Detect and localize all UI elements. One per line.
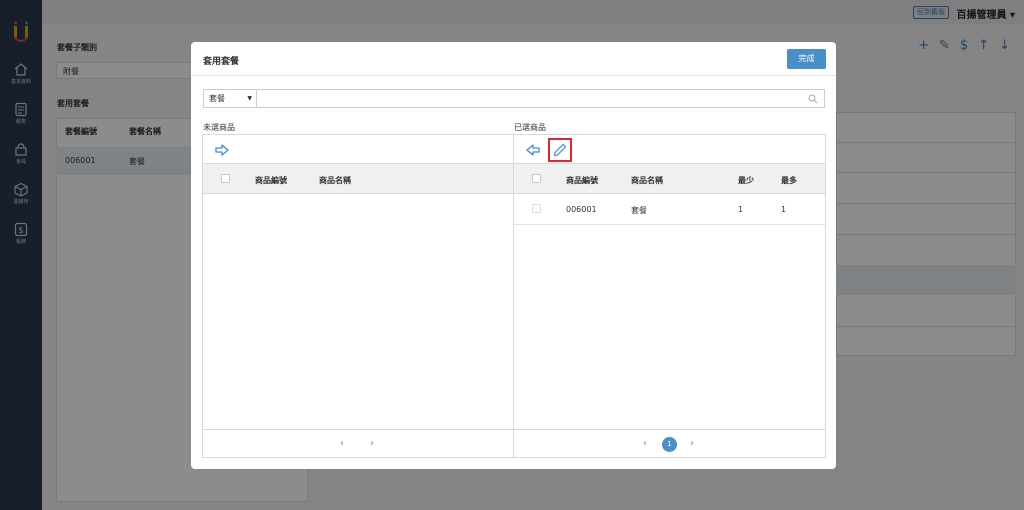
apply-set-modal: 套用套餐 完成 套餐 ▼ 未選商品 已選商品 商品編號 商品名稱 ‹ › 商品編…	[191, 42, 836, 469]
select-all-checkbox[interactable]	[221, 174, 230, 183]
column-header: 商品名稱	[319, 176, 351, 185]
edit-pencil-icon[interactable]	[548, 138, 572, 162]
column-header: 商品編號	[255, 176, 287, 185]
move-left-icon[interactable]	[525, 142, 541, 158]
done-button[interactable]: 完成	[787, 49, 826, 69]
column-header: 最少	[738, 176, 754, 185]
move-right-icon[interactable]	[214, 142, 230, 158]
product-code-cell: 006001	[566, 205, 597, 214]
select-all-checkbox[interactable]	[532, 174, 541, 183]
prev-page-icon[interactable]: ‹	[643, 438, 647, 449]
unselected-table-header: 商品編號 商品名稱	[203, 164, 513, 194]
search-icon	[808, 94, 818, 104]
unselected-panel: 商品編號 商品名稱 ‹ ›	[202, 134, 514, 458]
column-header: 商品編號	[566, 176, 598, 185]
selected-label: 已選商品	[514, 123, 546, 132]
selected-pagination: ‹ 1 ›	[514, 429, 825, 457]
prev-page-icon[interactable]: ‹	[340, 438, 344, 449]
selected-panel: 商品編號 商品名稱 最少 最多 006001 套餐 1 1 ‹ 1 ›	[513, 134, 826, 458]
selected-table-header: 商品編號 商品名稱 最少 最多	[514, 164, 825, 194]
product-name-cell: 套餐	[631, 206, 647, 215]
next-page-icon[interactable]: ›	[690, 438, 694, 449]
unselected-pagination: ‹ ›	[203, 429, 513, 457]
category-select-value: 套餐	[209, 94, 225, 103]
unselected-label: 未選商品	[203, 123, 235, 132]
column-header: 商品名稱	[631, 176, 663, 185]
search-input[interactable]	[257, 89, 825, 108]
modal-title: 套用套餐	[203, 57, 240, 67]
column-header: 最多	[781, 176, 797, 185]
next-page-icon[interactable]: ›	[370, 438, 374, 449]
selected-toolbar	[514, 135, 825, 164]
table-row[interactable]: 006001 套餐 1 1	[514, 194, 825, 225]
max-qty-cell: 1	[781, 205, 787, 214]
current-page-button[interactable]: 1	[662, 437, 677, 452]
unselected-toolbar	[203, 135, 513, 164]
row-checkbox[interactable]	[532, 204, 541, 213]
category-select[interactable]: 套餐 ▼	[203, 89, 257, 108]
chevron-down-icon: ▼	[247, 95, 252, 102]
modal-header: 套用套餐 完成	[191, 42, 836, 76]
min-qty-cell: 1	[738, 205, 744, 214]
